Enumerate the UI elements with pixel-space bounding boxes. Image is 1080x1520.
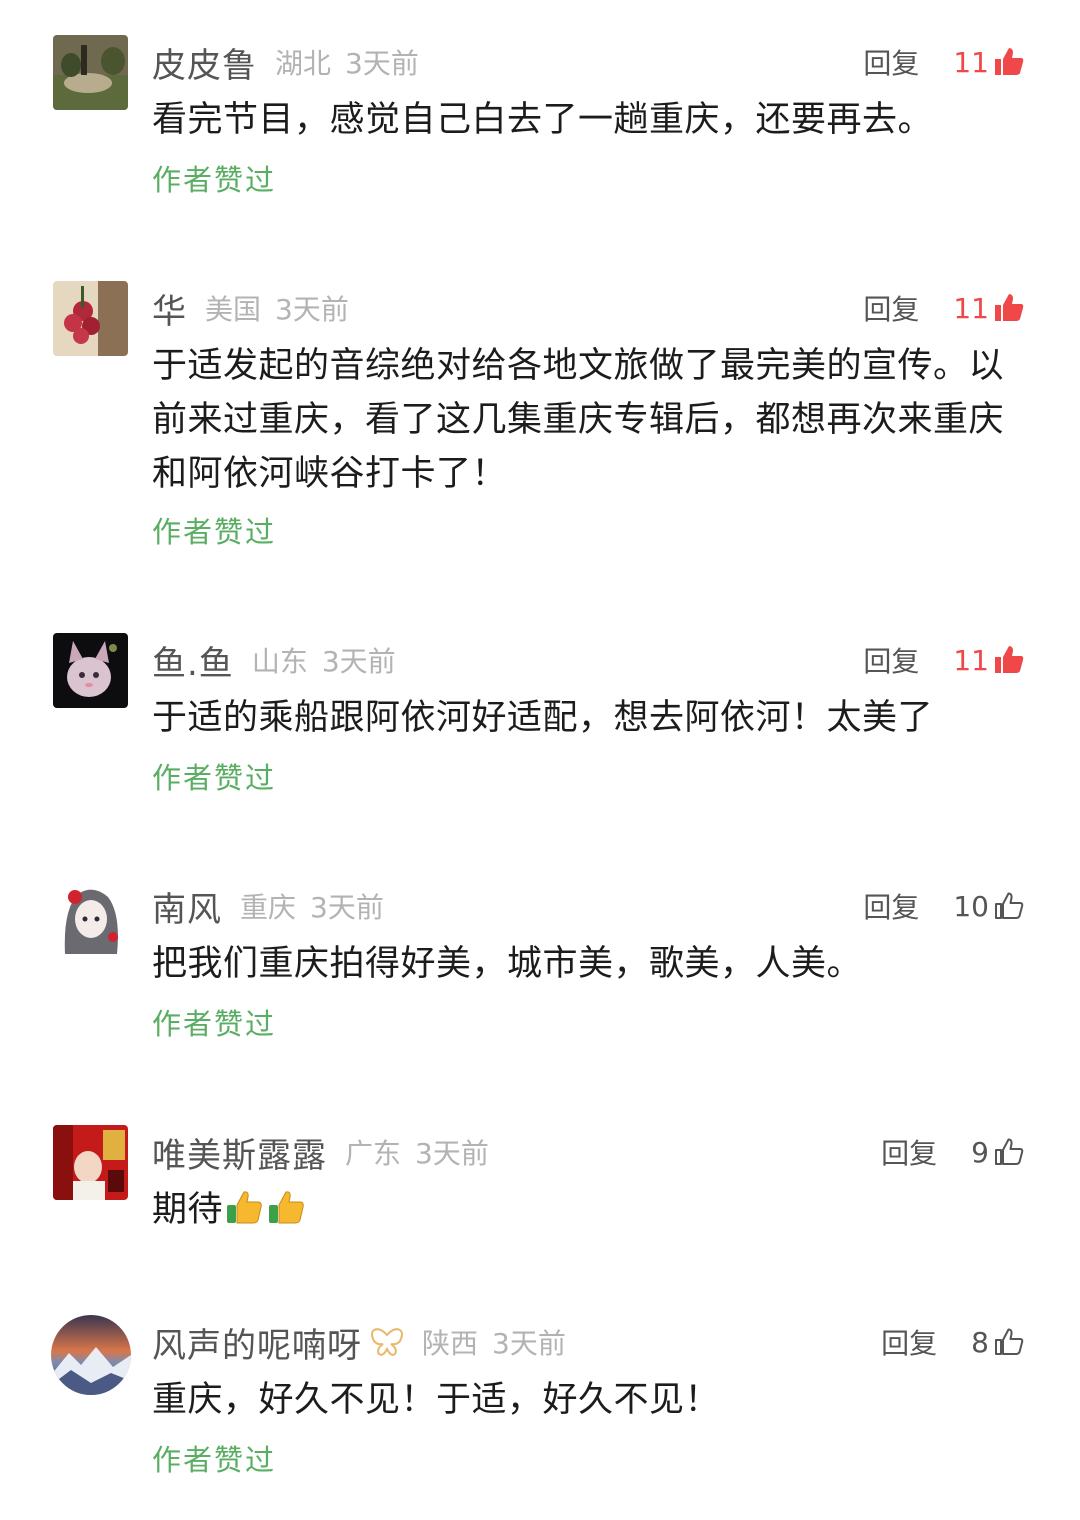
user-region: 陕西	[422, 1327, 479, 1360]
comment-time: 3天前	[345, 47, 419, 80]
like-count: 9	[971, 1135, 989, 1169]
comment-meta: 皮皮鲁 湖北 3天前	[152, 38, 419, 86]
user-region: 重庆	[240, 891, 297, 924]
comment-text: 期待	[152, 1183, 1032, 1237]
avatar[interactable]	[53, 633, 128, 708]
like-count: 10	[953, 889, 989, 923]
like-count: 11	[953, 45, 989, 79]
comment-actions: 回复 10	[863, 884, 1025, 928]
user-name[interactable]: 风声的呢喃呀	[152, 1318, 362, 1367]
comment-meta: 南风 重庆 3天前	[152, 882, 384, 930]
avatar[interactable]	[53, 879, 128, 954]
comment-time: 3天前	[321, 645, 396, 678]
comment-actions: 回复 11	[863, 638, 1025, 682]
author-liked-label: 作者赞过	[152, 1443, 277, 1477]
user-region: 湖北	[275, 47, 332, 80]
like-count: 8	[971, 1325, 989, 1359]
thumbs-up-outline-icon[interactable]	[993, 1136, 1025, 1168]
comment-meta: 唯美斯露露 广东 3天前	[152, 1128, 489, 1176]
user-region: 美国	[205, 293, 262, 326]
avatar[interactable]	[53, 1125, 128, 1200]
comment-text-content: 期待	[152, 1190, 224, 1230]
user-name[interactable]: 唯美斯露露	[152, 1128, 327, 1177]
comment-text: 于适的乘船跟阿依河好适配，想去阿依河！太美了	[152, 698, 934, 738]
thumbs-up-filled-icon[interactable]	[993, 46, 1025, 78]
reply-button[interactable]: 回复	[863, 886, 919, 926]
reply-button[interactable]: 回复	[863, 42, 919, 82]
comment-text: 于适发起的音综绝对给各地文旅做了最完美的宣传。以前来过重庆，看了这几集重庆专辑后…	[152, 346, 1005, 494]
author-liked-label: 作者赞过	[152, 163, 277, 197]
butterfly-icon	[370, 1327, 404, 1357]
reply-button[interactable]: 回复	[881, 1322, 937, 1362]
reply-button[interactable]: 回复	[863, 640, 919, 680]
avatar[interactable]	[51, 1315, 131, 1395]
reply-button[interactable]: 回复	[863, 288, 919, 328]
like-count: 11	[953, 291, 989, 325]
comment-meta: 风声的呢喃呀 陕西 3天前	[152, 1318, 566, 1366]
comment-time: 3天前	[310, 891, 384, 924]
author-liked-label: 作者赞过	[152, 1007, 277, 1041]
comment-actions: 回复 8	[881, 1320, 1025, 1364]
thumbs-up-outline-icon[interactable]	[993, 1326, 1025, 1358]
comment-time: 3天前	[492, 1327, 566, 1360]
thumbs-up-filled-icon[interactable]	[993, 644, 1025, 676]
user-region: 山东	[251, 645, 308, 678]
thumbs-up-emoji-icon	[225, 1187, 265, 1227]
comment-actions: 回复 11	[863, 40, 1025, 84]
avatar[interactable]	[53, 35, 128, 110]
reply-button[interactable]: 回复	[881, 1132, 937, 1172]
thumbs-up-filled-icon[interactable]	[993, 292, 1025, 324]
thumbs-up-outline-icon[interactable]	[993, 890, 1025, 922]
user-name[interactable]: 南风	[152, 882, 222, 931]
comment-text: 看完节目，感觉自己白去了一趟重庆，还要再去。	[152, 100, 934, 140]
comment-text: 把我们重庆拍得好美，城市美，歌美，人美。	[152, 944, 863, 984]
user-name[interactable]: 皮皮鲁	[152, 38, 257, 87]
thumbs-up-emoji-icon	[267, 1187, 307, 1227]
comment-meta: 鱼.鱼 山东 3天前	[152, 636, 396, 684]
author-liked-label: 作者赞过	[152, 515, 277, 549]
comment-time: 3天前	[415, 1137, 489, 1170]
user-name[interactable]: 鱼.鱼	[152, 636, 234, 685]
comment-meta: 华 美国 3天前	[152, 284, 349, 332]
comment-time: 3天前	[275, 293, 349, 326]
user-region: 广东	[345, 1137, 402, 1170]
like-count: 11	[953, 643, 989, 677]
user-name[interactable]: 华	[152, 284, 187, 333]
avatar[interactable]	[53, 281, 128, 356]
comment-actions: 回复 9	[881, 1130, 1025, 1174]
comment-text: 重庆，好久不见！于适，好久不见！	[152, 1380, 721, 1420]
comment-actions: 回复 11	[863, 286, 1025, 330]
author-liked-label: 作者赞过	[152, 761, 277, 795]
